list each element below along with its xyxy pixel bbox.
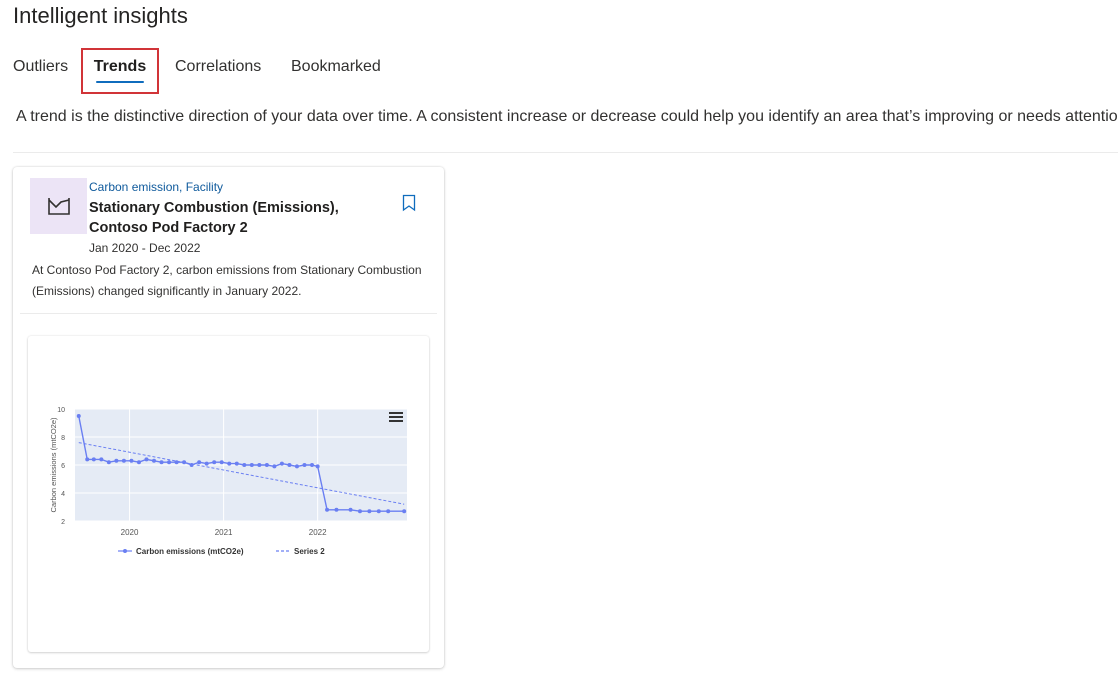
- data-point: [386, 509, 391, 514]
- data-point: [402, 509, 407, 514]
- tab-correlations[interactable]: Correlations: [175, 50, 261, 96]
- y-tick-label: 4: [61, 491, 65, 498]
- x-tick-label: 2020: [121, 528, 139, 537]
- chart-menu-icon[interactable]: [389, 412, 403, 424]
- tab-outliers[interactable]: Outliers: [13, 50, 68, 96]
- data-point: [152, 458, 157, 463]
- tab-description: A trend is the distinctive direction of …: [16, 108, 1118, 125]
- data-point: [334, 507, 339, 512]
- insight-title: Stationary Combustion (Emissions), Conto…: [89, 200, 339, 236]
- data-point: [159, 460, 164, 465]
- data-point: [204, 461, 209, 466]
- data-point: [197, 460, 202, 465]
- tab-trends[interactable]: Trends: [81, 48, 159, 94]
- data-point: [310, 463, 315, 467]
- data-point: [325, 507, 330, 512]
- data-point: [264, 463, 269, 467]
- trend-chart: 2 4 6 8 10 2020 2021 2022 Carbon emissions (mtCO…: [28, 336, 429, 652]
- data-point: [219, 460, 224, 465]
- insight-date-range: Jan 2020 - Dec 2022: [89, 241, 201, 255]
- y-tick-label: 6: [61, 463, 65, 470]
- data-point: [167, 460, 172, 465]
- insight-summary: At Contoso Pod Factory 2, carbon emissio…: [32, 263, 422, 298]
- x-tick-label: 2022: [309, 528, 327, 537]
- data-point: [99, 457, 104, 462]
- data-point: [348, 507, 353, 512]
- data-point: [272, 464, 277, 469]
- legend-label: Series 2: [294, 547, 325, 556]
- tab-trends-label: Trends: [93, 58, 147, 75]
- y-tick-label: 2: [61, 519, 65, 526]
- data-point: [212, 460, 217, 465]
- data-point: [357, 509, 362, 514]
- insight-card[interactable]: Carbon emission, Facility Stationary Com…: [13, 167, 444, 668]
- data-point: [189, 463, 194, 467]
- data-point: [234, 461, 239, 466]
- legend-label: Carbon emissions (mtCO2e): [136, 547, 244, 556]
- data-point: [114, 458, 119, 463]
- y-tick-label: 8: [61, 435, 65, 442]
- data-point: [315, 464, 320, 469]
- data-point: [279, 461, 284, 466]
- tab-bookmarked[interactable]: Bookmarked: [291, 50, 381, 96]
- data-point: [367, 509, 372, 514]
- data-point: [249, 463, 254, 467]
- data-point: [136, 460, 141, 465]
- data-point: [91, 457, 96, 462]
- page-title: Intelligent insights: [13, 3, 188, 28]
- data-point: [287, 463, 292, 467]
- data-point: [106, 460, 111, 465]
- data-point: [144, 457, 149, 462]
- data-point: [294, 464, 299, 469]
- data-point: [302, 463, 307, 467]
- y-tick-label: 10: [57, 407, 65, 414]
- x-tick-label: 2021: [215, 528, 233, 537]
- data-point: [174, 460, 179, 465]
- data-point: [85, 457, 90, 462]
- selected-tab-indicator: [96, 81, 144, 83]
- data-point: [242, 463, 247, 467]
- chart-svg: 2 4 6 8 10 2020 2021 2022 Carbon emissions (mtCO…: [49, 407, 407, 556]
- data-point: [227, 461, 232, 466]
- data-point: [129, 458, 134, 463]
- bookmark-icon[interactable]: [402, 194, 416, 212]
- legend-marker: [123, 549, 127, 553]
- y-axis-label: Carbon emissions (mtCO2e): [49, 417, 58, 513]
- data-point: [76, 414, 81, 418]
- data-point: [376, 509, 381, 514]
- card-divider: [20, 313, 437, 314]
- section-divider: [13, 152, 1118, 153]
- insight-tabs: Outliers Trends Correlations Bookmarked: [0, 48, 500, 100]
- insight-category: Carbon emission, Facility: [89, 180, 224, 194]
- data-point: [121, 458, 126, 463]
- data-point: [257, 463, 262, 467]
- trend-chart-icon: [30, 178, 87, 234]
